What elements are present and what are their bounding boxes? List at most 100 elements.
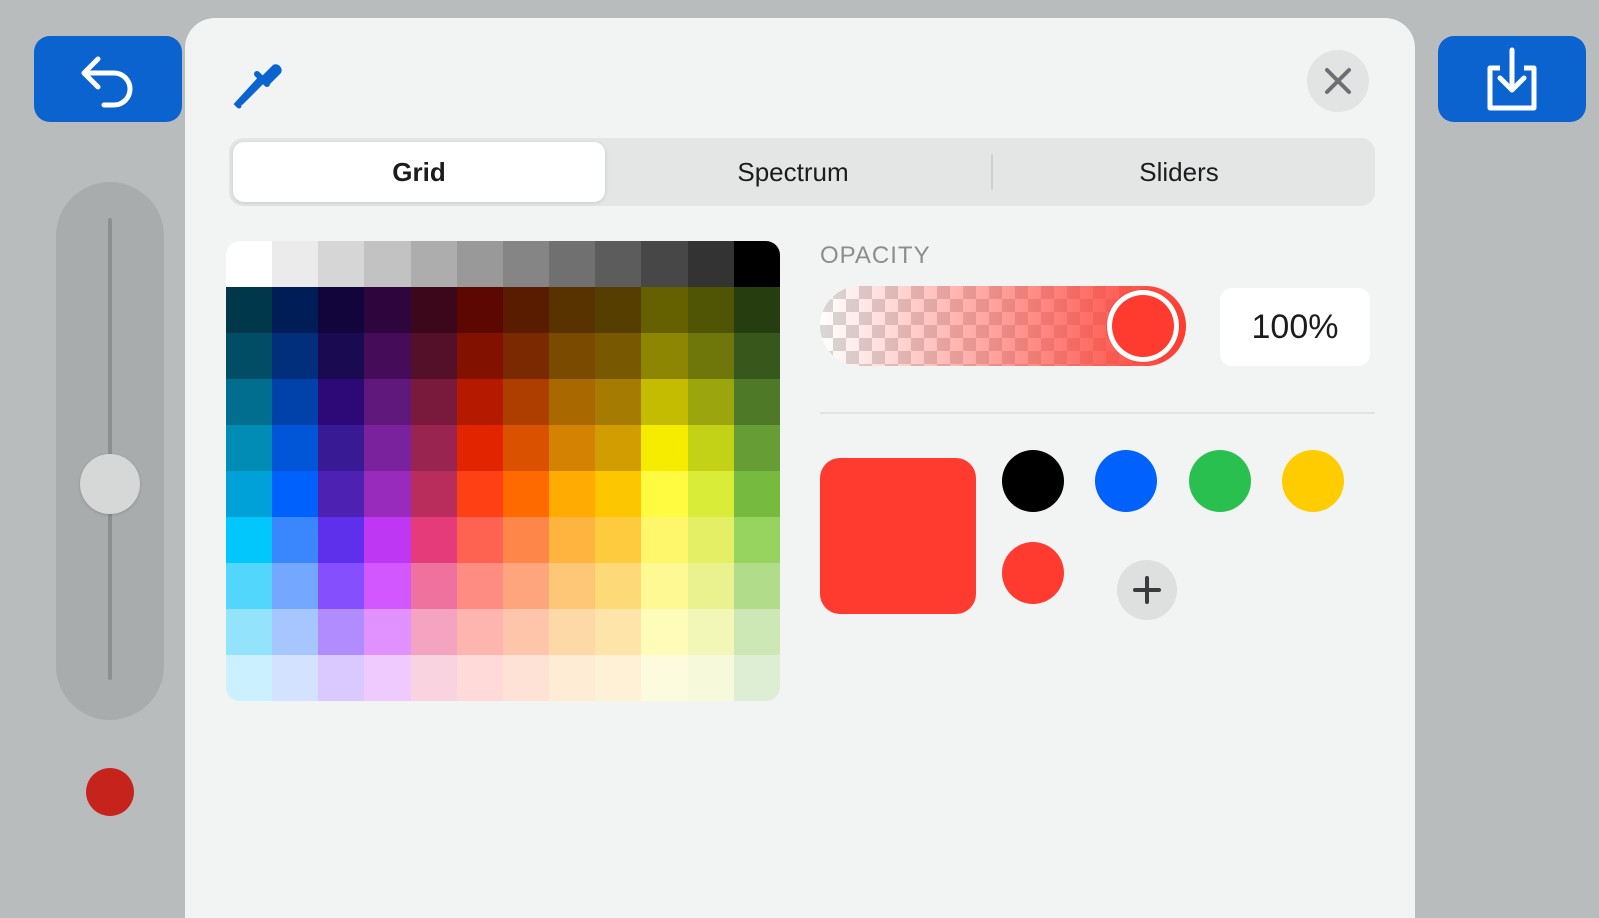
color-grid-cell[interactable]: [318, 287, 365, 333]
color-grid-cell[interactable]: [410, 655, 457, 701]
color-grid-cell[interactable]: [272, 287, 319, 333]
color-grid-cell[interactable]: [641, 609, 688, 655]
color-grid-cell[interactable]: [687, 471, 734, 517]
color-grid-cell[interactable]: [456, 471, 503, 517]
tab-spectrum[interactable]: Spectrum: [607, 142, 979, 202]
color-grid-cell[interactable]: [410, 425, 457, 471]
color-grid-cell[interactable]: [318, 655, 365, 701]
color-grid-cell[interactable]: [687, 425, 734, 471]
color-grid-cell[interactable]: [595, 563, 642, 609]
color-grid-cell[interactable]: [410, 517, 457, 563]
color-grid-cell[interactable]: [687, 655, 734, 701]
color-grid-cell[interactable]: [456, 655, 503, 701]
color-grid-cell[interactable]: [410, 609, 457, 655]
color-grid-cell[interactable]: [456, 563, 503, 609]
color-grid-cell[interactable]: [502, 471, 550, 517]
color-grid-cell[interactable]: [595, 333, 642, 379]
color-grid-cell[interactable]: [364, 287, 411, 333]
color-grid-cell[interactable]: [226, 241, 273, 287]
color-grid-cell[interactable]: [641, 655, 688, 701]
saved-color-black[interactable]: [1002, 450, 1064, 512]
color-grid-cell[interactable]: [549, 609, 596, 655]
color-grid-cell[interactable]: [549, 517, 596, 563]
color-grid-cell[interactable]: [318, 563, 365, 609]
opacity-knob[interactable]: [1107, 290, 1179, 362]
color-grid-cell[interactable]: [410, 333, 457, 379]
color-grid-cell[interactable]: [456, 287, 503, 333]
color-grid-cell[interactable]: [687, 241, 734, 287]
color-grid-cell[interactable]: [733, 471, 780, 517]
color-grid-cell[interactable]: [318, 241, 365, 287]
color-grid-cell[interactable]: [549, 241, 596, 287]
color-grid-cell[interactable]: [641, 563, 688, 609]
color-grid-cell[interactable]: [502, 425, 550, 471]
color-grid-cell[interactable]: [733, 517, 780, 563]
color-grid-cell[interactable]: [549, 333, 596, 379]
color-grid-cell[interactable]: [733, 563, 780, 609]
saved-color-red[interactable]: [1002, 542, 1064, 604]
color-grid-cell[interactable]: [549, 379, 596, 425]
color-grid-cell[interactable]: [502, 333, 550, 379]
color-grid-cell[interactable]: [502, 379, 550, 425]
color-grid-cell[interactable]: [549, 655, 596, 701]
color-grid-cell[interactable]: [595, 517, 642, 563]
color-grid-cell[interactable]: [410, 563, 457, 609]
color-grid-cell[interactable]: [641, 287, 688, 333]
color-grid-cell[interactable]: [641, 425, 688, 471]
color-grid-cell[interactable]: [687, 563, 734, 609]
color-grid-cell[interactable]: [733, 655, 780, 701]
color-grid-cell[interactable]: [641, 379, 688, 425]
color-grid-cell[interactable]: [687, 379, 734, 425]
color-grid-cell[interactable]: [272, 609, 319, 655]
color-grid-cell[interactable]: [272, 241, 319, 287]
saved-color-green[interactable]: [1189, 450, 1251, 512]
brush-size-slider[interactable]: [56, 182, 164, 720]
current-color-indicator[interactable]: [86, 768, 134, 816]
color-grid-cell[interactable]: [226, 287, 273, 333]
color-grid-cell[interactable]: [226, 655, 273, 701]
color-grid-cell[interactable]: [595, 379, 642, 425]
color-grid-cell[interactable]: [502, 563, 550, 609]
color-grid-cell[interactable]: [549, 425, 596, 471]
color-grid-cell[interactable]: [410, 241, 457, 287]
color-grid-cell[interactable]: [318, 609, 365, 655]
color-grid-cell[interactable]: [502, 241, 550, 287]
color-grid-cell[interactable]: [687, 287, 734, 333]
color-grid-cell[interactable]: [226, 471, 273, 517]
color-grid-cell[interactable]: [641, 333, 688, 379]
color-grid-cell[interactable]: [318, 379, 365, 425]
color-grid-cell[interactable]: [595, 471, 642, 517]
add-color-button[interactable]: [1117, 560, 1177, 620]
color-grid-cell[interactable]: [641, 471, 688, 517]
color-grid-cell[interactable]: [318, 471, 365, 517]
color-grid-cell[interactable]: [502, 655, 550, 701]
color-grid-cell[interactable]: [318, 333, 365, 379]
color-grid-cell[interactable]: [595, 425, 642, 471]
color-grid-cell[interactable]: [456, 609, 503, 655]
eyedropper-icon[interactable]: [229, 52, 289, 112]
color-grid-cell[interactable]: [733, 333, 780, 379]
opacity-slider[interactable]: [820, 286, 1186, 366]
color-grid-cell[interactable]: [272, 655, 319, 701]
color-grid-cell[interactable]: [364, 241, 411, 287]
color-grid-cell[interactable]: [549, 287, 596, 333]
color-grid-cell[interactable]: [226, 425, 273, 471]
color-grid-cell[interactable]: [733, 425, 780, 471]
color-grid-cell[interactable]: [733, 287, 780, 333]
color-grid-cell[interactable]: [595, 609, 642, 655]
color-grid-cell[interactable]: [549, 471, 596, 517]
saved-color-blue[interactable]: [1095, 450, 1157, 512]
color-grid-cell[interactable]: [410, 287, 457, 333]
color-grid-cell[interactable]: [456, 517, 503, 563]
color-grid-cell[interactable]: [226, 333, 273, 379]
close-button[interactable]: [1307, 50, 1369, 112]
color-grid-cell[interactable]: [502, 609, 550, 655]
color-grid-cell[interactable]: [318, 425, 365, 471]
color-grid-cell[interactable]: [364, 425, 411, 471]
color-grid-cell[interactable]: [733, 379, 780, 425]
color-grid-cell[interactable]: [456, 241, 503, 287]
color-grid-cell[interactable]: [226, 563, 273, 609]
color-grid-cell[interactable]: [272, 425, 319, 471]
color-grid-cell[interactable]: [272, 563, 319, 609]
color-grid-cell[interactable]: [364, 471, 411, 517]
